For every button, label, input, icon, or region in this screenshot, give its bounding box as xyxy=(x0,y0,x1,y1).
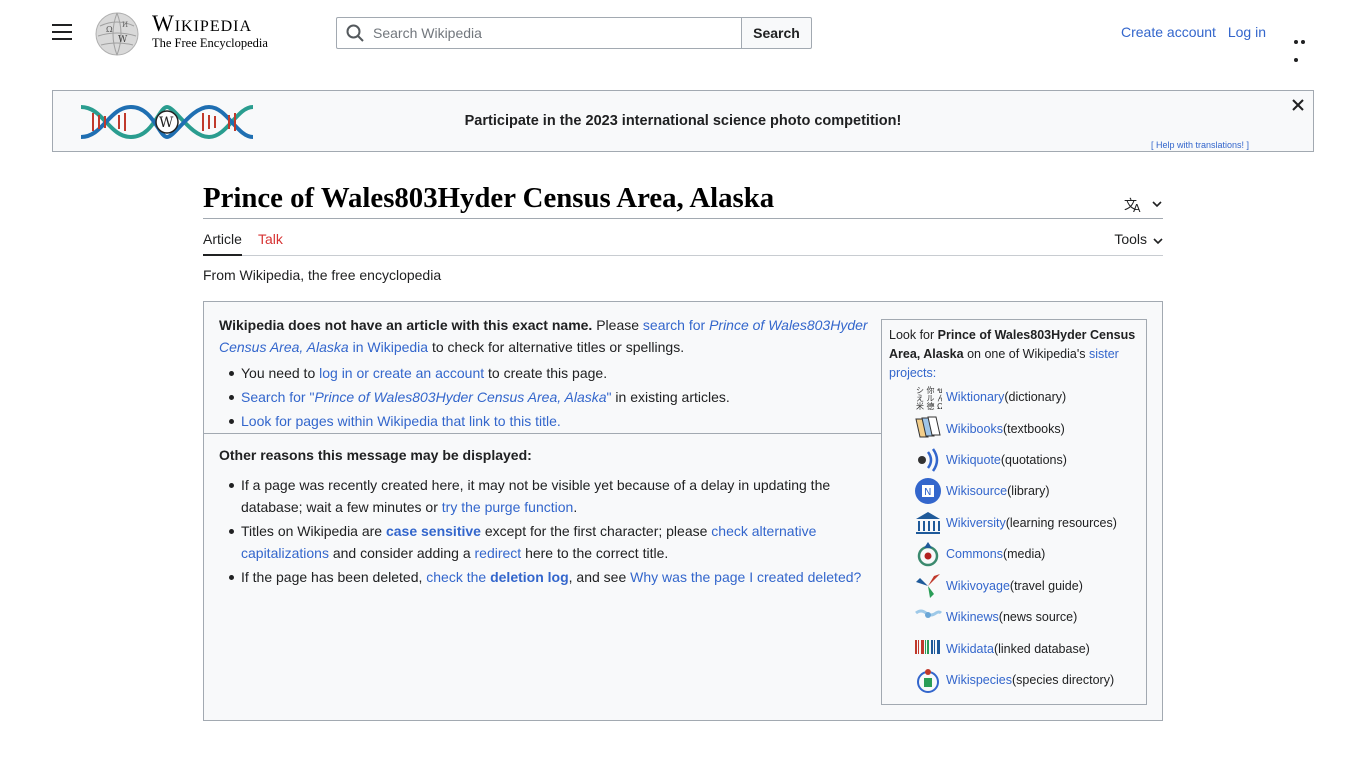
sister-item-wikinews: Wikinews (news source) xyxy=(914,603,1077,631)
search-button[interactable]: Search xyxy=(741,17,812,49)
wiktionary-icon: シ 你 ขえ ル ん米 德 Ω xyxy=(916,385,942,411)
svg-text:米 德 Ω: 米 德 Ω xyxy=(916,401,942,411)
list-item: If a page was recently created here, it … xyxy=(229,474,879,518)
tab-article[interactable]: Article xyxy=(203,231,242,257)
notice-options-list: You need to log in or create an account … xyxy=(219,362,879,432)
search-icon xyxy=(346,24,364,42)
page-tabs: Article Talk Tools xyxy=(203,219,1163,257)
sister-link-wikidata[interactable]: Wikidata xyxy=(946,640,994,659)
deletion-log-link[interactable]: check the deletion log xyxy=(426,569,568,585)
notice-intro: Wikipedia does not have an article with … xyxy=(219,317,868,356)
sister-link-wikispecies[interactable]: Wikispecies xyxy=(946,671,1012,690)
sister-link-commons[interactable]: Commons xyxy=(946,545,1003,564)
search-existing-articles-link[interactable]: Search for "Prince of Wales803Hyder Cens… xyxy=(241,389,612,405)
sister-link-wikivoyage[interactable]: Wikivoyage xyxy=(946,577,1010,596)
reasons-heading: Other reasons this message may be displa… xyxy=(219,447,532,464)
tools-dropdown[interactable]: Tools xyxy=(1114,231,1163,247)
svg-text:И: И xyxy=(122,21,128,29)
reasons-list: If a page was recently created here, it … xyxy=(219,474,879,588)
svg-text:N: N xyxy=(924,487,931,498)
close-icon[interactable] xyxy=(1290,97,1306,113)
sister-item-wikisource: N Wikisource (library) xyxy=(914,477,1049,505)
wikibooks-icon xyxy=(915,416,941,438)
wikipedia-globe-logo[interactable]: Ω W И xyxy=(92,10,142,56)
wikisource-icon: N xyxy=(915,478,941,505)
main-menu-icon[interactable] xyxy=(52,24,72,42)
list-item: You need to log in or create an account … xyxy=(229,362,879,384)
user-links: Create account Log in xyxy=(1113,24,1266,40)
sister-item-wikiquote: Wikiquote (quotations) xyxy=(914,446,1067,474)
sister-item-wikibooks: Wikibooks (textbooks) xyxy=(914,415,1065,443)
search-field[interactable] xyxy=(336,17,742,49)
sister-link-wikibooks[interactable]: Wikibooks xyxy=(946,420,1003,439)
wikidata-icon xyxy=(915,640,940,655)
no-article-notice: Wikipedia does not have an article with … xyxy=(203,301,1163,722)
list-item: Titles on Wikipedia are case sensitive e… xyxy=(229,520,879,564)
svg-text:Ω: Ω xyxy=(106,25,113,34)
list-item: If the page has been deleted, check the … xyxy=(229,566,879,588)
sister-item-wiktionary: シ 你 ขえ ル ん米 德 Ω Wiktionary (dictionary) xyxy=(914,383,1066,411)
commons-icon xyxy=(917,542,939,567)
banner-message: Participate in the 2023 international sc… xyxy=(464,113,902,129)
site-header: Ω W И Wikipedia The Free Encyclopedia Se… xyxy=(0,0,1366,66)
sister-item-commons: Commons (media) xyxy=(914,540,1045,568)
tab-talk[interactable]: Talk xyxy=(258,231,283,247)
help-translations-link[interactable]: [ Help with translations! ] xyxy=(1151,140,1249,150)
list-item: Search for "Prince of Wales803Hyder Cens… xyxy=(229,386,879,408)
why-deleted-link[interactable]: Why was the page I created deleted? xyxy=(630,569,861,585)
more-options-icon[interactable] xyxy=(1294,31,1314,62)
search-input[interactable] xyxy=(373,18,733,48)
svg-text:A: A xyxy=(1133,202,1141,214)
wordmark-tagline: The Free Encyclopedia xyxy=(152,36,268,50)
wikiversity-icon xyxy=(916,512,940,535)
wikiquote-icon xyxy=(918,448,939,473)
main-content: Prince of Wales803Hyder Census Area, Ala… xyxy=(203,180,1163,722)
language-icon[interactable]: 文 A xyxy=(1123,194,1163,214)
what-links-here-link[interactable]: Look for pages within Wikipedia that lin… xyxy=(241,413,561,429)
list-item: Look for pages within Wikipedia that lin… xyxy=(229,410,879,432)
notice-main: Wikipedia does not have an article with … xyxy=(219,314,879,434)
sister-link-wikisource[interactable]: Wikisource xyxy=(946,482,1007,501)
wikipedia-wordmark[interactable]: Wikipedia The Free Encyclopedia xyxy=(152,12,268,51)
page-title: Prince of Wales803Hyder Census Area, Ala… xyxy=(203,180,1163,220)
sister-item-wikidata: Wikidata (linked database) xyxy=(914,635,1090,663)
case-sensitive-link[interactable]: case sensitive xyxy=(386,523,481,539)
sister-link-wikiquote[interactable]: Wikiquote xyxy=(946,451,1001,470)
sister-projects-box: Look for Prince of Wales803Hyder Census … xyxy=(881,319,1147,706)
sister-item-wikiversity: Wikiversity (learning resources) xyxy=(914,509,1117,537)
site-subtitle: From Wikipedia, the free encyclopedia xyxy=(203,267,442,284)
chevron-down-icon xyxy=(1153,238,1163,244)
tools-label: Tools xyxy=(1114,231,1147,248)
redirect-link[interactable]: redirect xyxy=(475,545,522,561)
svg-text:W: W xyxy=(118,35,128,45)
sister-link-wiktionary[interactable]: Wiktionary xyxy=(946,388,1004,407)
sister-item-wikispecies: Wikispecies (species directory) xyxy=(914,666,1114,694)
login-create-account-link[interactable]: log in or create an account xyxy=(319,365,484,381)
sister-item-wikivoyage: Wikivoyage (travel guide) xyxy=(914,572,1083,600)
sister-intro: Look for Prince of Wales803Hyder Census … xyxy=(889,328,1136,381)
wikivoyage-icon xyxy=(916,574,940,599)
wikispecies-icon xyxy=(917,669,939,694)
sister-link-wikiversity[interactable]: Wikiversity xyxy=(946,514,1006,533)
log-in-link[interactable]: Log in xyxy=(1228,24,1266,40)
wikinews-icon xyxy=(915,609,942,619)
other-reasons: Other reasons this message may be displa… xyxy=(219,444,879,590)
notice-intro-bold: Wikipedia does not have an article with … xyxy=(219,317,593,334)
purge-function-link[interactable]: try the purge function xyxy=(442,499,574,515)
sister-link-wikinews[interactable]: Wikinews xyxy=(946,608,999,627)
wordmark-title: Wikipedia xyxy=(152,11,253,36)
create-account-link[interactable]: Create account xyxy=(1121,24,1216,40)
central-notice-banner: W Participate in the 2023 international … xyxy=(52,90,1314,152)
divider xyxy=(204,433,881,435)
